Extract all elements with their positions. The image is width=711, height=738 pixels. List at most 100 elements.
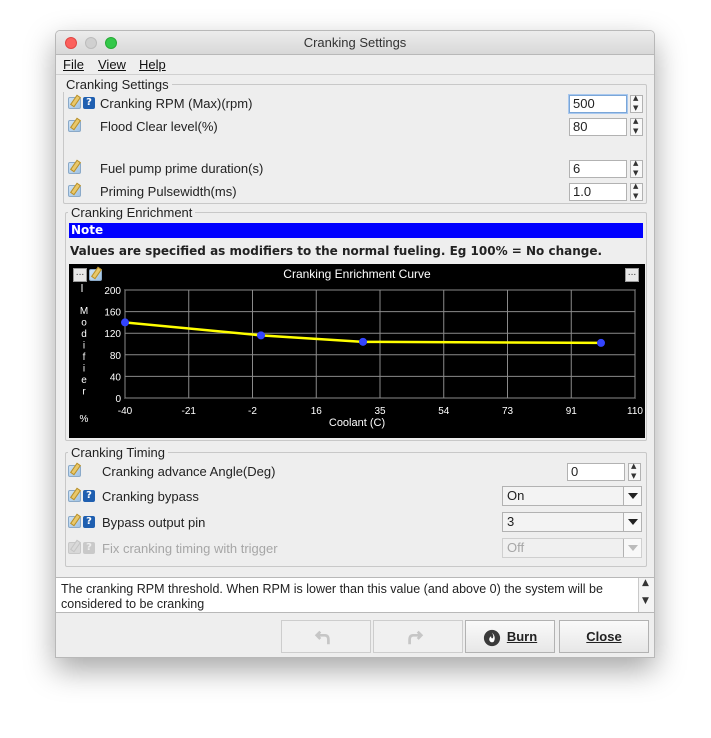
- chart-x-axis-label: Coolant (C): [329, 417, 385, 429]
- fuel-pump-prime-input[interactable]: 6: [569, 160, 627, 178]
- bypass-output-pin-label: Bypass output pin: [102, 515, 206, 530]
- chart-y-axis-label-char: o: [81, 318, 87, 329]
- fuel-pump-prime-stepper[interactable]: [630, 159, 643, 178]
- priming-pulsewidth-input[interactable]: 1.0: [569, 183, 627, 201]
- chart-data-point: [121, 318, 129, 327]
- bypass-output-pin-value: 3: [507, 514, 515, 529]
- chart-menu-button[interactable]: ...: [73, 268, 87, 282]
- cranking-advance-label: Cranking advance Angle(Deg): [102, 464, 276, 479]
- cranking-settings-window: Cranking Settings File View Help Crankin…: [55, 30, 655, 658]
- edit-icon[interactable]: [68, 465, 81, 477]
- chart-y-tick-label: 120: [104, 329, 121, 340]
- menu-bar: File View Help: [56, 55, 654, 75]
- chart-y-axis-label-char: i: [83, 341, 85, 352]
- minimize-window-button[interactable]: [85, 37, 97, 49]
- cranking-enrichment-title: Cranking Enrichment: [68, 205, 196, 220]
- help-icon[interactable]: ?: [83, 490, 95, 502]
- bypass-output-pin-select[interactable]: 3: [502, 512, 642, 532]
- edit-icon[interactable]: [68, 490, 81, 502]
- help-text-scrollbar[interactable]: [638, 578, 654, 612]
- cranking-rpm-input[interactable]: 500: [569, 95, 627, 113]
- chart-x-tick-label: -2: [248, 406, 257, 417]
- chart-y-axis-label-char: e: [81, 375, 87, 386]
- help-icon: ?: [83, 542, 95, 554]
- cranking-bypass-value: On: [507, 488, 525, 503]
- chart-y-tick-label: 80: [110, 351, 122, 362]
- fuel-pump-prime-label: Fuel pump prime duration(s): [100, 161, 264, 176]
- menu-file[interactable]: File: [63, 57, 84, 72]
- fix-cranking-timing-value: Off: [507, 540, 525, 555]
- chart-y-axis-label-char: r: [82, 387, 86, 398]
- burn-button[interactable]: Burn: [465, 620, 555, 653]
- fix-cranking-timing-label: Fix cranking timing with trigger: [102, 541, 278, 556]
- chart-data-point: [597, 338, 605, 347]
- undo-button: [281, 620, 371, 653]
- help-text: The cranking RPM threshold. When RPM is …: [61, 582, 603, 611]
- flame-icon: [483, 629, 500, 646]
- fix-cranking-timing-select: Off: [502, 538, 642, 558]
- flood-clear-input[interactable]: 80: [569, 118, 627, 136]
- undo-icon: [314, 630, 330, 644]
- chart-x-tick-label: -21: [182, 406, 197, 417]
- note-text: Values are specified as modifiers to the…: [70, 244, 603, 258]
- chevron-down-icon[interactable]: [623, 487, 641, 505]
- chart-title: Cranking Enrichment Curve: [283, 267, 431, 281]
- chart-x-tick-label: 73: [502, 406, 514, 417]
- chevron-down-icon: [623, 539, 641, 557]
- flood-clear-label: Flood Clear level(%): [100, 119, 218, 134]
- close-label: Close: [586, 629, 622, 644]
- chart-y-tick-label: 40: [110, 372, 122, 383]
- chevron-down-icon[interactable]: [623, 513, 641, 531]
- chart-options-button[interactable]: ...: [625, 268, 639, 282]
- redo-icon: [408, 630, 424, 644]
- chart-x-tick-label: 35: [374, 406, 386, 417]
- title-bar: Cranking Settings: [56, 31, 654, 55]
- chart-y-axis-label-char: i: [83, 364, 85, 375]
- chart-y-axis-label-char: f: [83, 352, 86, 363]
- cranking-rpm-stepper[interactable]: [630, 94, 643, 113]
- priming-pulsewidth-stepper[interactable]: [630, 182, 643, 201]
- chart-svg: Cranking Enrichment Curve20016012080400-…: [80, 267, 644, 429]
- cranking-bypass-label: Cranking bypass: [102, 489, 199, 504]
- edit-icon[interactable]: [68, 120, 81, 132]
- maximize-window-button[interactable]: [105, 37, 117, 49]
- edit-icon: [68, 542, 81, 554]
- edit-icon[interactable]: [68, 516, 81, 528]
- chart-y-tick-label: 200: [104, 286, 121, 297]
- window-title: Cranking Settings: [303, 35, 407, 50]
- burn-label: Burn: [506, 629, 538, 644]
- chart-y-axis-label-char: M: [80, 306, 88, 317]
- chart-x-tick-label: 91: [566, 406, 578, 417]
- cranking-settings-title: Cranking Settings: [63, 77, 172, 92]
- edit-icon[interactable]: [68, 185, 81, 197]
- cranking-enrichment-chart[interactable]: Cranking Enrichment Curve 200 160 120 80 40 0-…: [69, 264, 645, 438]
- chart-y-axis-unit: %: [80, 414, 89, 425]
- chart-y-tick-label: 0: [115, 394, 121, 405]
- menu-help[interactable]: Help: [139, 57, 166, 72]
- flood-clear-stepper[interactable]: [630, 117, 643, 136]
- edit-icon[interactable]: [89, 269, 102, 281]
- chart-y-tick-label: 160: [104, 308, 121, 319]
- edit-icon[interactable]: [68, 162, 81, 174]
- help-icon[interactable]: ?: [83, 516, 95, 528]
- menu-view[interactable]: View: [98, 57, 126, 72]
- chart-data-point: [257, 331, 265, 340]
- cranking-advance-stepper[interactable]: [628, 462, 641, 481]
- redo-button: [373, 620, 463, 653]
- help-icon[interactable]: ?: [83, 97, 95, 109]
- cranking-advance-input[interactable]: 0: [567, 463, 625, 481]
- cranking-timing-title: Cranking Timing: [68, 445, 168, 460]
- chart-x-tick-label: 110: [627, 406, 643, 417]
- chart-x-tick-label: 54: [438, 406, 450, 417]
- chart-data-point: [359, 337, 367, 346]
- close-button[interactable]: Close: [559, 620, 649, 653]
- help-text-area[interactable]: The cranking RPM threshold. When RPM is …: [56, 577, 654, 613]
- priming-pulsewidth-label: Priming Pulsewidth(ms): [100, 184, 237, 199]
- chart-y-axis-label-char: d: [81, 329, 87, 340]
- close-window-button[interactable]: [65, 37, 77, 49]
- cranking-rpm-label: Cranking RPM (Max)(rpm): [100, 96, 253, 111]
- cranking-bypass-select[interactable]: On: [502, 486, 642, 506]
- chart-x-tick-label: -40: [118, 406, 133, 417]
- note-heading: Note: [69, 223, 643, 238]
- edit-icon[interactable]: [68, 97, 81, 109]
